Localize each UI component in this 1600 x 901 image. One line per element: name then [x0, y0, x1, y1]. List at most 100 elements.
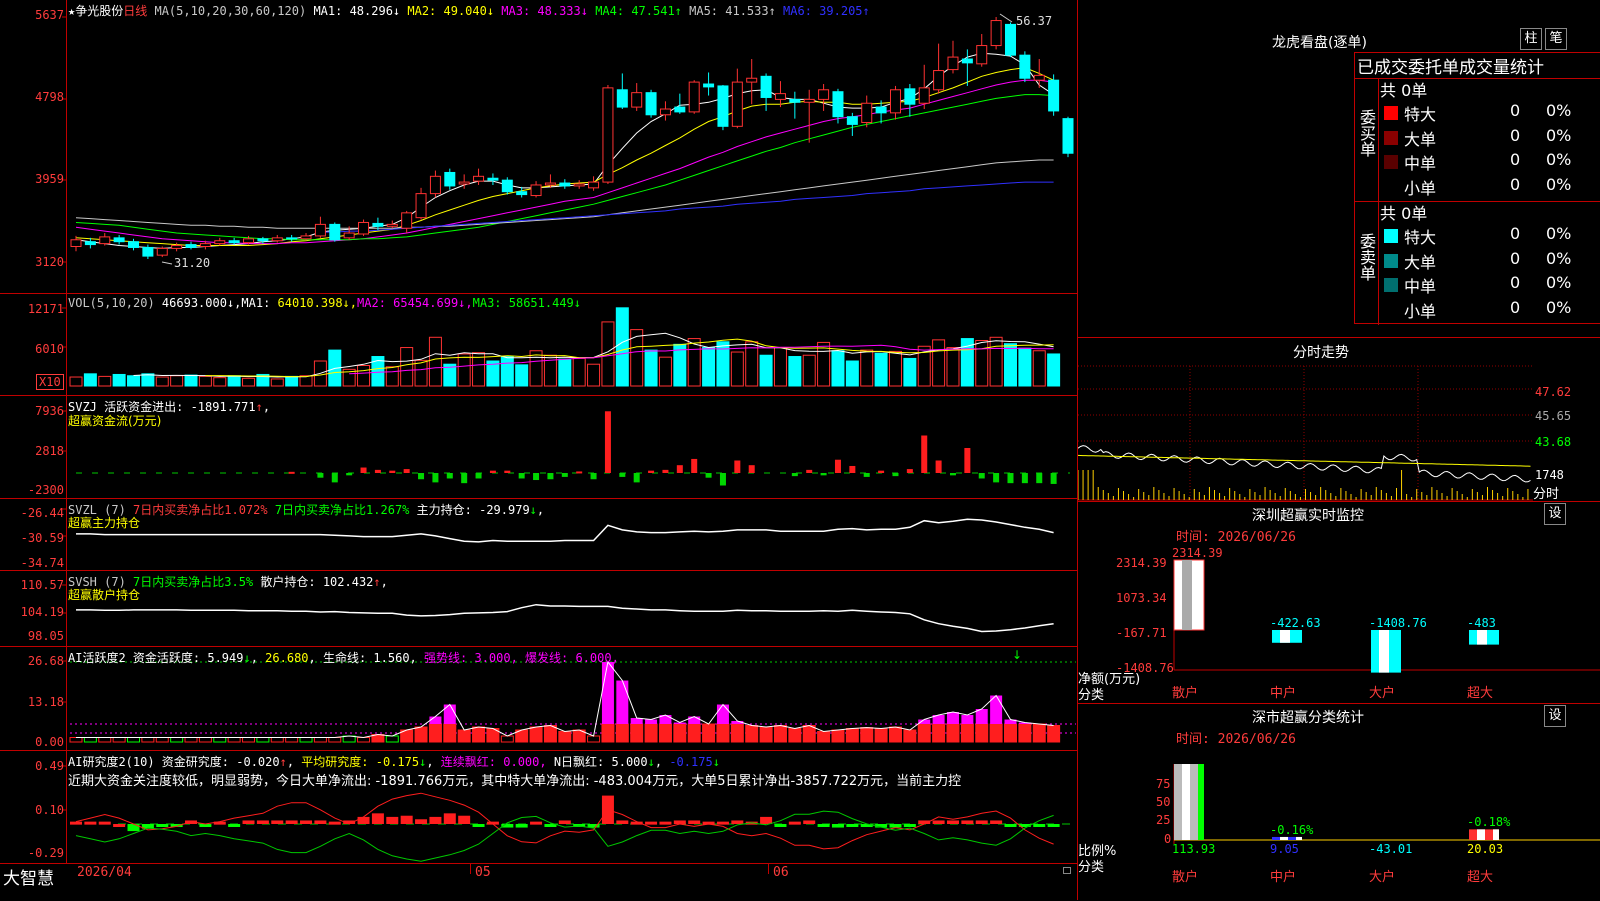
- activity-bar-top: [946, 712, 959, 725]
- volume-bar: [1032, 350, 1046, 387]
- candle-body: [415, 193, 427, 219]
- stroke-mode-button[interactable]: 笔: [1545, 28, 1567, 50]
- order-stat-row: 特大 0 0%: [1380, 224, 1576, 248]
- flow-bar: [705, 473, 712, 478]
- flow-bar: [619, 473, 626, 477]
- candle-body: [645, 92, 657, 116]
- ai-research-panel[interactable]: 0.49 0.10 -0.29 AI研究度2(10) 资金研究度: -0.020…: [0, 751, 1077, 863]
- candle-body: [933, 70, 945, 91]
- vol-panel[interactable]: 12171 6010 X10 VOL(5,10,20) 46693.000↓,M…: [0, 294, 1077, 396]
- row-count: 0: [1510, 174, 1521, 194]
- research-bar: [688, 820, 701, 824]
- sell-label: 委卖单: [1357, 233, 1376, 281]
- volume-bar: [989, 336, 1003, 387]
- ma-params: MA(5,10,20,30,60,120): [154, 4, 307, 18]
- candle-body: [703, 83, 715, 88]
- intraday-avg-line: [1078, 454, 1531, 467]
- candle-body: [760, 75, 772, 98]
- dragon-tiger-panel: 龙虎看盘(逐单) 柱 笔 已成交委托单成交量统计 委买单 委卖单 共 0单 特大 0…: [1078, 0, 1600, 336]
- activity-bar: [802, 725, 816, 743]
- candle-body: [372, 222, 384, 227]
- activity-bar: [831, 729, 845, 743]
- volume-bar: [644, 349, 658, 387]
- candle-body: [300, 235, 312, 240]
- color-swatch: [1384, 130, 1398, 145]
- y-tick: 0.10: [35, 803, 64, 817]
- szc-y-tick: 25: [1156, 813, 1171, 827]
- activity-bar: [328, 737, 342, 743]
- ai-active-panel[interactable]: ↓ 26.68 13.18 0.00 AI活跃度2 资金活跃度: 5.949↓,…: [0, 647, 1077, 751]
- color-swatch: [1384, 229, 1398, 243]
- research-bar: [932, 820, 945, 824]
- research-bar: [817, 824, 830, 827]
- activity-bar: [357, 737, 371, 743]
- research-bar: [415, 819, 428, 824]
- bar-mode-button[interactable]: 柱: [1520, 28, 1542, 50]
- row-pct: 0%: [1546, 248, 1572, 268]
- research-bar: [1004, 824, 1017, 827]
- svsh-subtitle: 超赢散户持仓: [68, 588, 141, 602]
- row-label: 小单: [1404, 178, 1437, 198]
- color-swatch: [1384, 155, 1398, 169]
- activity-bar: [673, 723, 687, 743]
- category-label: 大户: [1369, 686, 1396, 701]
- sz-monitor-panel: 深圳超赢实时监控 设 时间: 2026/06/26 2314.39 1073.3…: [1078, 501, 1600, 703]
- research-bar: [975, 820, 988, 824]
- header-part: 散户持仓: 102.432: [253, 575, 374, 589]
- activity-bar: [313, 737, 327, 743]
- row-count: 0: [1510, 248, 1521, 268]
- research-bar: [558, 820, 571, 824]
- flow-bar: [403, 469, 410, 473]
- y-tick: 2818: [35, 444, 64, 458]
- candle-body: [1033, 74, 1045, 81]
- flow-bar: [475, 473, 482, 479]
- szm-axis-sub: 分类: [1078, 688, 1105, 703]
- pct-label: -0.16%: [1270, 822, 1314, 837]
- y-tick: 0.49: [35, 759, 64, 773]
- activity-bar: [702, 723, 716, 743]
- intraday-panel[interactable]: 分时走势 47.62 45.65 43.68 1748 分时: [1078, 337, 1600, 502]
- main-candle-panel[interactable]: 5637 4798 3959 3120 ★争光股份日线 MA(5,10,20,3…: [0, 0, 1077, 294]
- activity-bar: [155, 737, 169, 743]
- order-stat-row: 小单 0 0%: [1380, 175, 1576, 199]
- volume-bar: [69, 376, 83, 387]
- activity-bar: [1032, 723, 1046, 743]
- activity-bar: [184, 737, 198, 743]
- svzj-panel[interactable]: 7936 2818 -2300 SVZJ 活跃资金进出: -1891.771↑,…: [0, 396, 1077, 499]
- kline-area[interactable]: 5637 4798 3959 3120 ★争光股份日线 MA(5,10,20,3…: [0, 0, 1077, 900]
- volume-bar: [658, 356, 672, 387]
- candle-body: [573, 183, 585, 187]
- activity-bar-top: [429, 716, 442, 725]
- y-tick: -30.59: [20, 531, 64, 545]
- axis-divider: [66, 396, 67, 499]
- header-part: ,: [250, 651, 266, 665]
- header-part: ↓: [712, 755, 720, 769]
- volume-bar: [587, 363, 601, 387]
- y-tick: -0.29: [27, 846, 64, 860]
- order-stat-row: 中单 0 0%: [1380, 150, 1576, 174]
- ma-value: 49.040↓: [436, 4, 495, 18]
- candle-body: [659, 108, 671, 116]
- research-bar: [788, 821, 801, 825]
- volume-bar: [127, 375, 141, 387]
- flow-bar: [921, 435, 928, 473]
- candle-body: [358, 221, 370, 235]
- ma-name: MA6:: [775, 4, 812, 18]
- header-part: MA2:: [357, 296, 386, 310]
- volume-bar: [558, 358, 572, 387]
- volume-bar: [845, 360, 859, 387]
- candle-body: [214, 240, 226, 245]
- period-label[interactable]: 日线: [123, 4, 147, 18]
- stock-name[interactable]: ★争光股份: [68, 4, 123, 18]
- candle-body: [171, 245, 183, 249]
- order-stat-row: 特大 0 0%: [1380, 101, 1576, 125]
- header-part: ↑: [255, 400, 263, 414]
- activity-bar: [888, 726, 902, 743]
- header-part: ,: [286, 755, 302, 769]
- intraday-chart: [1078, 365, 1533, 501]
- svsh-panel[interactable]: 110.57 104.19 98.05 SVSH (7) 7日内买卖净占比3.5…: [0, 571, 1077, 647]
- research-bar: [946, 820, 959, 824]
- volume-bar: [170, 375, 184, 387]
- svzl-panel[interactable]: -26.44 -30.59 -34.74 SVZL (7) 7日内买卖净占比1.…: [0, 499, 1077, 571]
- activity-bar: [587, 735, 601, 743]
